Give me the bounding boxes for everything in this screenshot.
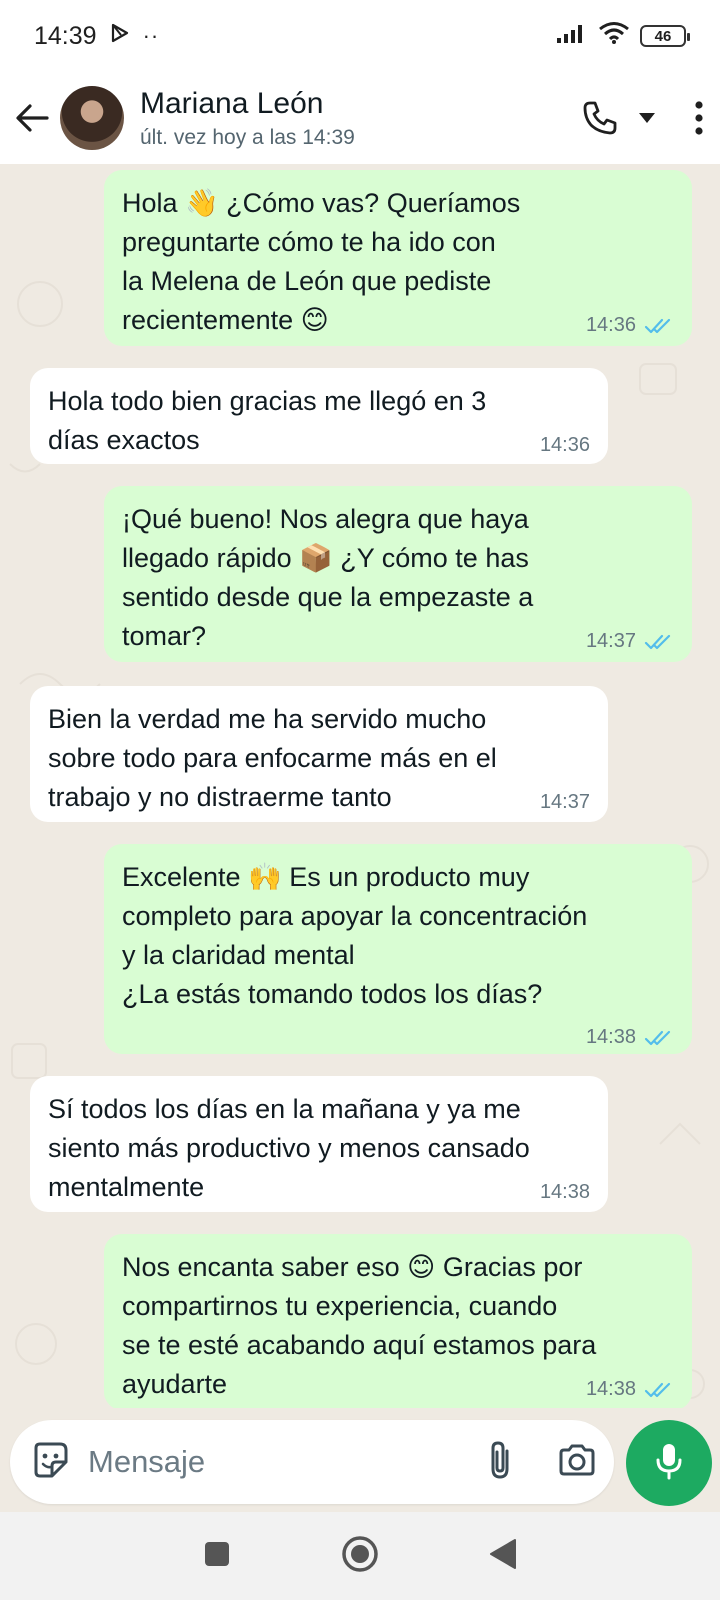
chat-header: Mariana León últ. vez hoy a las 14:39 [0, 72, 720, 164]
system-nav-bar [0, 1512, 720, 1600]
read-ticks-icon [644, 317, 674, 335]
message-time: 14:38 [585, 1026, 636, 1048]
dropdown-icon[interactable] [638, 112, 656, 124]
message-time: 14:36 [585, 314, 636, 336]
message-bubble-outgoing[interactable]: Hola 👋 ¿Cómo vas? Queríamos preguntarte … [104, 170, 692, 346]
home-icon[interactable] [341, 1535, 379, 1578]
chat-area[interactable]: Hola 👋 ¿Cómo vas? Queríamos preguntarte … [0, 164, 720, 1408]
recents-icon[interactable] [203, 1540, 231, 1573]
message-text: Excelente 🙌 Es un producto muy completo … [122, 862, 588, 1009]
message-input[interactable] [88, 1444, 487, 1480]
message-time: 14:38 [539, 1181, 590, 1203]
avatar[interactable] [60, 86, 124, 150]
battery-level: 46 [654, 27, 672, 45]
read-ticks-icon [644, 633, 674, 651]
contact-info[interactable]: Mariana León últ. vez hoy a las 14:39 [140, 86, 355, 150]
message-bubble-outgoing[interactable]: Excelente 🙌 Es un producto muy completo … [104, 844, 692, 1054]
battery-icon: 46 [640, 25, 690, 47]
sticker-icon[interactable] [30, 1440, 70, 1485]
mic-button[interactable] [626, 1420, 712, 1506]
status-time: 14:39 [34, 21, 97, 50]
wifi-icon [598, 21, 630, 52]
message-bubble-incoming[interactable]: Sí todos los días en la mañana y ya me s… [30, 1076, 608, 1212]
message-composer [10, 1420, 614, 1504]
signal-icon [556, 22, 588, 51]
message-time: 14:38 [585, 1378, 636, 1400]
play-store-icon [109, 22, 131, 51]
message-bubble-incoming[interactable]: Hola todo bien gracias me llegó en 3 día… [30, 368, 608, 464]
read-ticks-icon [644, 1381, 674, 1399]
contact-last-seen: últ. vez hoy a las 14:39 [140, 126, 355, 149]
message-bubble-outgoing[interactable]: ¡Qué bueno! Nos alegra que haya llegado … [104, 486, 692, 662]
more-notifications-icon: ·· [142, 23, 160, 48]
back-arrow-icon[interactable] [12, 98, 52, 138]
message-time: 14:37 [539, 791, 590, 813]
mic-icon [654, 1441, 684, 1486]
message-time: 14:36 [539, 434, 590, 456]
message-bubble-outgoing[interactable]: Nos encanta saber eso 😊 Gracias por comp… [104, 1234, 692, 1408]
contact-name: Mariana León [140, 87, 324, 120]
camera-icon[interactable] [557, 1443, 597, 1482]
back-icon[interactable] [489, 1538, 517, 1575]
phone-icon[interactable] [582, 100, 618, 136]
status-bar: 14:39 ·· 46 [0, 0, 720, 72]
message-time: 14:37 [585, 630, 636, 652]
more-vert-icon[interactable] [694, 101, 704, 135]
read-ticks-icon [644, 1029, 674, 1047]
attach-icon[interactable] [487, 1439, 513, 1486]
message-bubble-incoming[interactable]: Bien la verdad me ha servido mucho sobre… [30, 686, 608, 822]
